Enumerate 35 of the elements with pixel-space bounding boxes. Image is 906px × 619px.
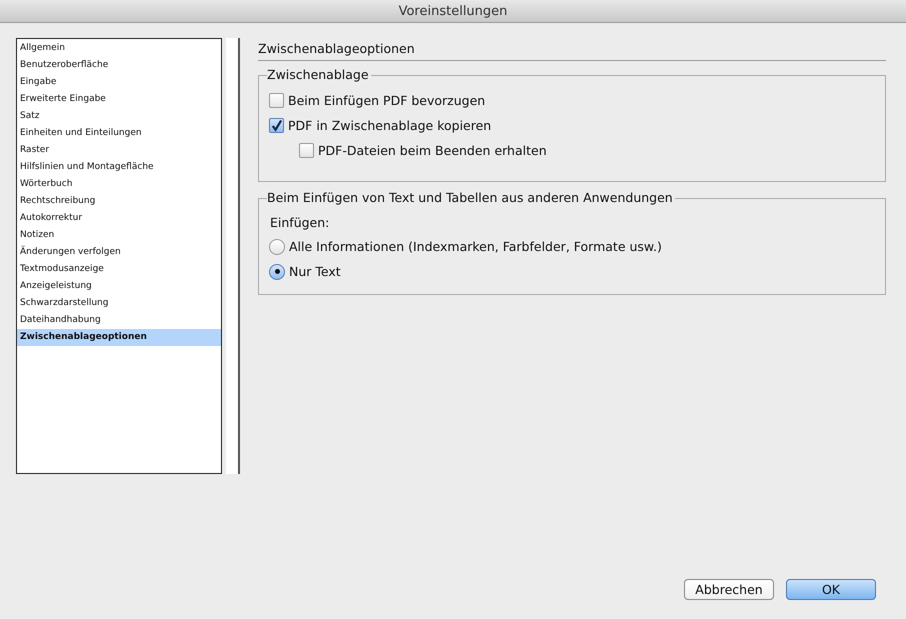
category-item[interactable]: Notizen [17, 227, 221, 244]
checkbox[interactable] [269, 93, 284, 108]
category-item[interactable]: Änderungen verfolgen [17, 244, 221, 261]
category-item[interactable]: Zwischenablageoptionen [17, 329, 221, 346]
group-caption: Einfügen: [269, 214, 330, 232]
category-item[interactable]: Hilfslinien und Montagefläche [17, 159, 221, 176]
checkbox-label[interactable]: Beim Einfügen PDF bevorzugen [288, 93, 486, 108]
category-item[interactable]: Autokorrektur [17, 210, 221, 227]
category-item[interactable]: Raster [17, 142, 221, 159]
category-item[interactable]: Textmodusanzeige [17, 261, 221, 278]
group-title: Zwischenablage [267, 67, 371, 82]
radio-label[interactable]: Nur Text [289, 264, 341, 279]
checkbox[interactable] [269, 118, 284, 133]
category-item[interactable]: Wörterbuch [17, 176, 221, 193]
category-item[interactable]: Satz [17, 108, 221, 125]
group-title: Beim Einfügen von Text und Tabellen aus anderen Anwendungen [267, 190, 675, 205]
category-item[interactable]: Dateihandhabung [17, 312, 221, 329]
category-item[interactable]: Benutzeroberfläche [17, 57, 221, 74]
radio-button[interactable] [269, 264, 285, 280]
category-item[interactable]: Anzeigeleistung [17, 278, 221, 295]
window-title: Voreinstellungen [398, 4, 508, 18]
category-item[interactable]: Rechtschreibung [17, 193, 221, 210]
category-item[interactable]: Einheiten und Einteilungen [17, 125, 221, 142]
category-item[interactable]: Schwarzdarstellung [17, 295, 221, 312]
checkbox-label[interactable]: PDF-Dateien beim Beenden erhalten [318, 143, 547, 158]
panel-title: Zwischenablageoptionen [258, 38, 886, 61]
radio-label[interactable]: Alle Informationen (Indexmarken, Farbfelder, Formate usw.) [289, 239, 662, 254]
checkbox[interactable] [299, 143, 314, 158]
category-item[interactable]: Erweiterte Eingabe [17, 91, 221, 108]
category-item[interactable]: Eingabe [17, 74, 221, 91]
ok-button[interactable]: OK [786, 579, 876, 600]
category-item[interactable]: Allgemein [17, 40, 221, 57]
cancel-button[interactable]: Abbrechen [684, 579, 774, 600]
checkbox-label[interactable]: PDF in Zwischenablage kopieren [288, 118, 492, 133]
radio-button[interactable] [269, 238, 285, 254]
